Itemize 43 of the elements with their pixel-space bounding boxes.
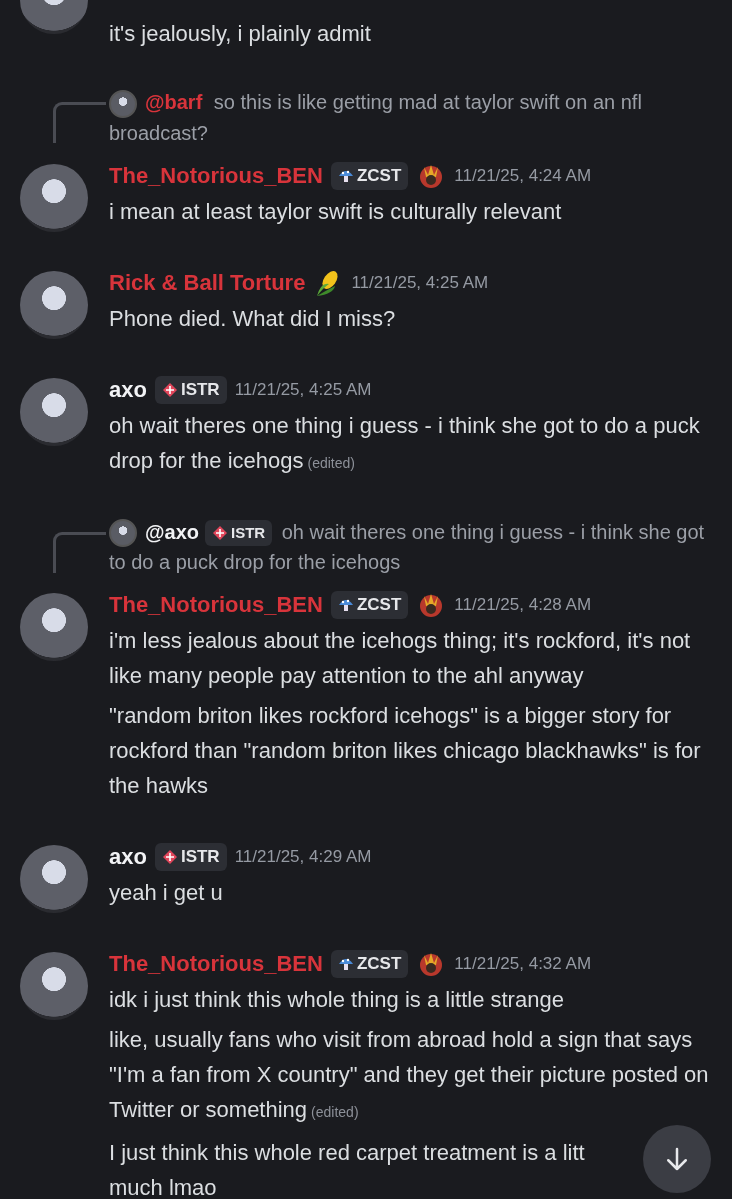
mushroom-icon bbox=[337, 597, 354, 614]
username[interactable]: Rick & Ball Torture bbox=[109, 269, 306, 296]
username[interactable]: The_Notorious_BEN bbox=[109, 951, 323, 978]
timestamp: 11/21/25, 4:29 AM bbox=[234, 847, 372, 868]
message-text: idk i just think this whole thing is a little strange bbox=[109, 986, 564, 1015]
tag-badge: ISTR bbox=[204, 520, 273, 547]
timestamp: 11/21/25, 4:28 AM bbox=[454, 595, 592, 616]
reply-line bbox=[53, 531, 106, 573]
message-text: "random briton likes rockford icehogs" is a bigger story for rockford than "random briton likes chicago blackhawks" is for the hawks bbox=[109, 702, 702, 801]
username[interactable]: The_Notorious_BEN bbox=[109, 162, 323, 189]
reply-preview[interactable]: @barf so this is like getting mad at taylor swift on an nfl broadcast? bbox=[109, 87, 718, 148]
diamond-icon bbox=[211, 525, 228, 542]
tag-badge: ISTR bbox=[154, 843, 227, 872]
username[interactable]: axo bbox=[109, 376, 147, 403]
reply-preview[interactable]: @axo ISTR oh wait theres one thing i guess - i think she got to do a puck drop for the icehogs bbox=[109, 516, 718, 578]
tag-badge: ISTR bbox=[154, 375, 227, 404]
diamond-icon bbox=[161, 381, 178, 398]
message-text: it's jealously, i plainly admit bbox=[109, 20, 371, 48]
username[interactable]: The_Notorious_BEN bbox=[109, 592, 323, 619]
timestamp: 11/21/25, 4:24 AM bbox=[454, 165, 592, 186]
mushroom-icon bbox=[337, 956, 354, 973]
timestamp: 11/21/25, 4:25 AM bbox=[351, 272, 489, 293]
reply-line bbox=[53, 102, 106, 143]
tag-badge: ZCST bbox=[330, 950, 409, 979]
message-text: I just think this whole red carpet treatment is a litt much lmao bbox=[109, 1139, 585, 1199]
timestamp: 11/21/25, 4:25 AM bbox=[234, 379, 372, 400]
message-text: Phone died. What did I miss? bbox=[109, 304, 396, 333]
username[interactable]: axo bbox=[109, 844, 147, 871]
timestamp: 11/21/25, 4:32 AM bbox=[454, 954, 592, 975]
tag-badge: ZCST bbox=[330, 591, 409, 620]
tag-badge: ZCST bbox=[330, 161, 409, 190]
avatar[interactable] bbox=[109, 89, 137, 118]
message-text: oh wait theres one thing i guess - i think she got to do a puck drop for the icehogs (edited) bbox=[109, 411, 701, 475]
message-text: i mean at least taylor swift is culturally relevant bbox=[109, 197, 562, 226]
avatar[interactable] bbox=[109, 519, 137, 548]
reply-author[interactable]: @axo bbox=[145, 520, 199, 543]
message-text: like, usually fans who visit from abroad hold a sign that says "I'm a fan from X country" and they get their picture posted on Twitter or something (edited) bbox=[109, 1026, 710, 1125]
diamond-icon bbox=[161, 849, 178, 866]
message-text: i'm less jealous about the icehogs thing; it's rockford, it's not like many people pay attention to the ahl anyway bbox=[109, 627, 692, 691]
edited-label: (edited) bbox=[307, 454, 355, 471]
edited-label: (edited) bbox=[311, 1104, 359, 1121]
message-text: yeah i get u bbox=[109, 879, 223, 908]
reply-author[interactable]: @barf bbox=[145, 91, 203, 113]
